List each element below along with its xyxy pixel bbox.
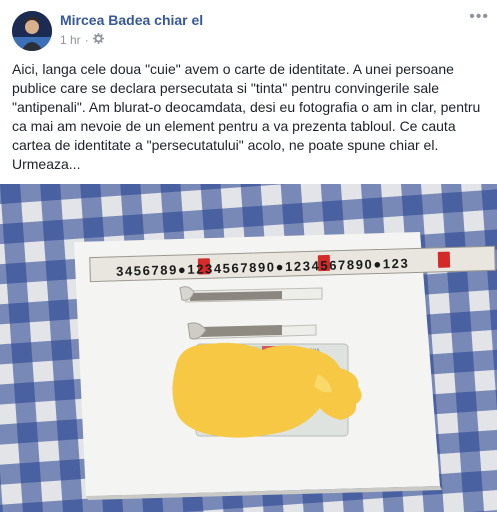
post-timestamp[interactable]: 1 hr xyxy=(60,33,81,47)
avatar-image xyxy=(12,11,52,51)
photo-image: 3456789●1234567890●1234567890●123 ROMANI… xyxy=(0,184,497,512)
post-photo[interactable]: 3456789●1234567890●1234567890●123 ROMANI… xyxy=(0,184,497,512)
post-meta: 1 hr · xyxy=(60,32,104,47)
post-header: Mircea Badea chiar el 1 hr · ••• xyxy=(0,0,497,58)
author-name[interactable]: Mircea Badea chiar el xyxy=(60,12,203,28)
more-options-icon[interactable]: ••• xyxy=(469,8,489,26)
meta-separator: · xyxy=(84,33,89,47)
gear-icon[interactable] xyxy=(92,32,104,47)
author-avatar[interactable] xyxy=(12,11,52,51)
post-text: Aici, langa cele doua "cuie" avem o cart… xyxy=(12,61,481,172)
